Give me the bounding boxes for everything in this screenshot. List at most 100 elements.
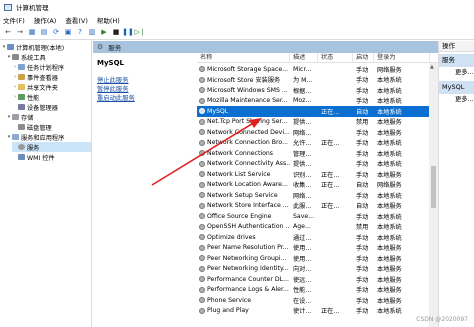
service-description-cell: 网络... [293,129,312,137]
pause-service-link[interactable]: 暂停此服务 [97,85,193,94]
service-name-text: Office Source Engine [207,212,272,220]
restart-service-link[interactable]: 重启动此服务 [97,94,193,103]
gear-icon [199,213,205,220]
table-row[interactable]: Mozilla Maintenance Ser... Moz... 手动 本地系统 [197,96,430,107]
actions-section-services[interactable]: 服务 [439,54,474,67]
tree-item-task-scheduler[interactable]: › 任务计划程序 [12,62,64,72]
restart-service-icon[interactable]: ▷❘ [134,27,145,37]
table-row[interactable]: Plug and Play 使计... 正在... 手动 本地系统 [197,306,430,317]
column-name[interactable]: 名称 [197,53,290,63]
tree-item-wmi[interactable]: WMI 控件 [12,152,55,162]
gear-icon [199,307,205,314]
service-status-cell: 正在... [321,140,340,148]
service-startup-cell: 手动 [356,171,369,179]
tree-item-root[interactable]: ▾ 计算机管理(本地) [1,42,64,52]
table-row[interactable]: Net.Tcp Port Sharing Ser... 提供... 禁用 本地服务 [197,117,430,128]
service-startup-cell: 手动 [356,192,369,200]
service-description-cell: 性能... [293,287,312,295]
service-startup-cell: 手动 [356,77,369,85]
tree-item-disk-management[interactable]: 磁盘管理 [12,122,52,132]
service-startup-cell: 手动 [356,87,369,95]
service-status-cell: 正在... [321,203,340,211]
table-row[interactable]: Performance Counter DL... 使远... 手动 本地服务 [197,274,430,285]
actions-section-mysql[interactable]: MySQL [439,81,474,94]
scrollbar-thumb[interactable] [431,166,436,208]
tree-item-shared-folders[interactable]: › 共享文件夹 [12,82,58,92]
column-startup[interactable]: 启动 [353,53,374,63]
gear-icon [199,192,205,199]
menu-help[interactable]: 帮助(H) [97,15,120,25]
table-row[interactable]: Performance Logs & Aler... 性能... 手动 本地服务 [197,285,430,296]
tree-item-performance[interactable]: › 性能 [12,92,39,102]
table-row[interactable]: OpenSSH Authentication ... Age... 禁用 本地系统 [197,222,430,233]
tree-item-system-tools[interactable]: ▾ 系统工具 [6,52,46,62]
actions-more-services[interactable]: 更多... [439,67,474,79]
service-description-cell: 使用... [293,255,312,263]
table-row[interactable]: Phone Service 在设... 手动 本地服务 [197,295,430,306]
service-name-text: Network Connections [207,149,274,157]
tree-item-device-manager[interactable]: 设备管理器 [12,102,58,112]
stop-service-link[interactable]: 停止此服务 [97,76,193,85]
service-description-cell: 为 M... [293,77,313,85]
service-logon-cell: 本地服务 [377,276,402,284]
service-description-cell: 提供... [293,119,312,127]
tree-item-services-apps[interactable]: ▾ 服务和应用程序 [6,132,64,142]
forward-arrow-icon[interactable]: → [15,27,25,37]
tree-item-services[interactable]: 服务 [12,142,91,152]
gear-icon [199,150,205,157]
console-icon[interactable]: ▥ [87,27,97,37]
menu-view[interactable]: 查看(V) [65,15,88,25]
scroll-up-icon[interactable]: ▲ [430,64,434,70]
tree-item-label: 共享文件夹 [27,84,58,92]
table-row[interactable]: Network Connectivity Ass... 提供... 手动 本地系统 [197,159,430,170]
service-name-cell: Network Connection Bro... [197,139,290,146]
column-logon[interactable]: 登录为 [374,53,430,63]
table-row[interactable]: Network Store Interface ... 此服... 正在... 自动本… [197,201,430,212]
table-row[interactable]: Network List Service 识别... 正在... 手动 本地服务 [197,169,430,180]
tree-item-storage[interactable]: ▾ 存储 [6,112,33,122]
table-row[interactable]: Optimize drives 通过... 手动 本地系统 [197,232,430,243]
stop-service-icon[interactable]: ■ [111,27,121,37]
help-icon[interactable]: ? [75,27,85,37]
table-row[interactable]: Network Setup Service 网络... 手动 本地系统 [197,190,430,201]
navigation-tree: ▾ 计算机管理(本地) ▾ 系统工具 › 任务计划程序 › 事件查看器 › 共享… [0,41,92,327]
table-row[interactable]: Peer Name Resolution Pr... 使用... 手动 本地服务 [197,243,430,254]
service-description-cell: 向对... [293,266,312,274]
actions-more-mysql[interactable]: 更多... [439,94,474,106]
services-list: 名称 描述 状态 启动 登录为 Microsoft Storage Space.… [197,53,438,327]
table-row[interactable]: Microsoft Windows SMS ... 根据... 手动 本地系统 [197,85,430,96]
table-row[interactable]: Office Source Engine Save... 手动 本地系统 [197,211,430,222]
pause-service-icon[interactable]: ❚❚ [122,27,134,37]
table-row[interactable]: Peer Networking Identity... 向对... 手动 本地服务 [197,264,430,275]
table-row[interactable]: Network Connected Devi... 网络... 手动 本地服务 [197,127,430,138]
menu-file[interactable]: 文件(F) [3,15,25,25]
table-row[interactable]: MySQL 正在... 自动 本地系统 [197,106,430,117]
tree-item-event-viewer[interactable]: › 事件查看器 [12,72,58,82]
service-name-cell: Performance Counter DL... [197,276,290,283]
table-row[interactable]: Network Connection Bro... 允许... 正在... 手动 本地系… [197,138,430,149]
table-row[interactable]: Network Connections 管理... 手动 本地系统 [197,148,430,159]
column-description[interactable]: 描述 [290,53,318,63]
refresh-icon[interactable]: ⟳ [51,27,61,37]
vertical-scrollbar[interactable]: ▲ [429,63,438,327]
service-name-text: Optimize drives [207,233,256,241]
actions-title: 操作 [439,41,474,52]
menu-action[interactable]: 操作(A) [34,15,57,25]
service-name-text: Microsoft Windows SMS ... [207,86,288,94]
service-name-cell: Performance Logs & Aler... [197,286,290,293]
table-row[interactable]: Peer Networking Groupi... 使用... 手动 本地服务 [197,253,430,264]
table-row[interactable]: Microsoft Storage Space... Micr... 手动 网络服务 [197,64,430,75]
table-row[interactable]: Network Location Aware... 收集... 正在... 自动 网络服… [197,180,430,191]
service-startup-cell: 手动 [356,287,369,295]
service-name-text: Network Connected Devi... [207,128,290,136]
show-hide-tree-icon[interactable]: ▦ [27,27,37,37]
actions-pane: 操作 服务 更多... MySQL 更多... [438,41,474,327]
service-name-cell: Network Store Interface ... [197,202,290,209]
column-status[interactable]: 状态 [318,53,353,63]
back-arrow-icon[interactable]: ← [3,27,13,37]
export-list-icon[interactable]: ▣ [63,27,73,37]
start-service-icon[interactable]: ▶ [99,27,109,37]
table-row[interactable]: Microsoft Store 安装服务 为 M... 手动 本地系统 [197,75,430,86]
service-logon-cell: 本地系统 [377,192,402,200]
properties-icon[interactable]: ▤ [39,27,49,37]
